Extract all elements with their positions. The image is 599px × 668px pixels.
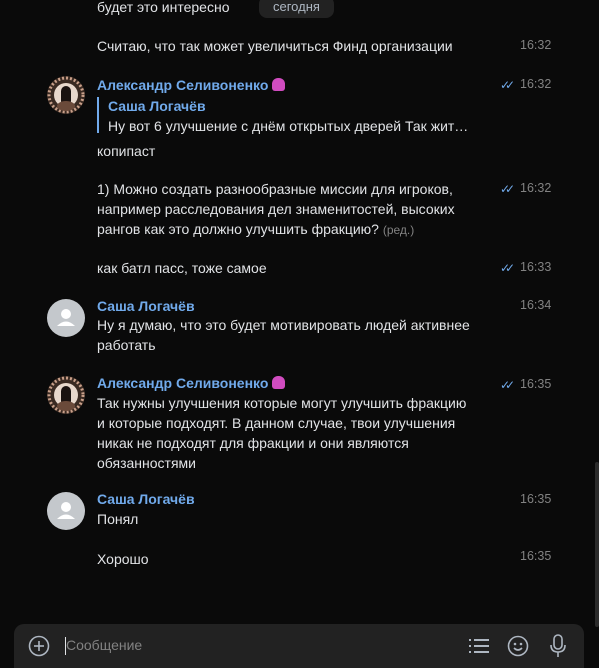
plus-circle-icon[interactable] bbox=[28, 635, 50, 660]
message-time: 16:32 bbox=[520, 77, 552, 91]
microphone-icon[interactable] bbox=[548, 634, 568, 661]
message-body: Так нужны улучшения которые могут улучши… bbox=[97, 393, 466, 473]
message-line: 1) Можно создать разнообразные миссии дл… bbox=[97, 181, 453, 197]
message-body: Ну я думаю, что это будет мотивировать л… bbox=[97, 315, 470, 355]
avatar[interactable] bbox=[47, 376, 85, 414]
message-author[interactable]: Саша Логачёв bbox=[97, 296, 195, 316]
message-line: Так нужны улучшения которые могут улучши… bbox=[97, 395, 467, 411]
message-author[interactable]: Александр Селивоненко bbox=[97, 373, 286, 393]
message-text: Хорошо bbox=[97, 551, 149, 567]
message-input[interactable]: Сообщение bbox=[66, 637, 142, 653]
message-text: как батл пасс, тоже самое bbox=[97, 260, 267, 276]
emoji-icon bbox=[272, 78, 286, 91]
message-line: рангов как это должно улучшить фракцию? … bbox=[97, 221, 415, 237]
read-check-icon: ✓✓ bbox=[500, 182, 515, 196]
message-line: работать bbox=[97, 337, 156, 353]
message-time: 16:35 bbox=[520, 549, 552, 563]
message-time: 16:34 bbox=[520, 298, 552, 312]
message-line: обязанностями bbox=[97, 455, 196, 471]
edited-label: (ред.) bbox=[382, 223, 415, 237]
smile-icon[interactable] bbox=[507, 635, 529, 660]
message-text: Понял bbox=[97, 511, 139, 527]
message-line: и которые подходят. В данном случае, тво… bbox=[97, 415, 456, 431]
message-line: Ну я думаю, что это будет мотивировать л… bbox=[97, 317, 470, 333]
scrollbar[interactable] bbox=[595, 462, 599, 627]
avatar[interactable] bbox=[47, 76, 85, 114]
emoji-icon bbox=[272, 376, 286, 389]
message-text: копипаст bbox=[97, 143, 156, 159]
message-line: никак не подходят для фракции и они явля… bbox=[97, 435, 409, 451]
read-check-icon: ✓✓ bbox=[500, 261, 515, 275]
read-check-icon: ✓✓ bbox=[500, 78, 515, 92]
message-time: 16:32 bbox=[520, 181, 552, 195]
avatar[interactable] bbox=[47, 299, 85, 337]
reply-bar bbox=[97, 97, 99, 133]
message-line: например расследования дел знаменитостей… bbox=[97, 201, 455, 217]
message-time: 16:33 bbox=[520, 260, 552, 274]
message-author[interactable]: Александр Селивоненко bbox=[97, 75, 286, 95]
list-icon[interactable] bbox=[468, 636, 490, 659]
avatar[interactable] bbox=[47, 492, 85, 530]
message-text: будет это интересно bbox=[97, 0, 230, 15]
read-check-icon: ✓✓ bbox=[500, 378, 515, 392]
message-time: 16:32 bbox=[520, 38, 552, 52]
reply-author[interactable]: Саша Логачёв bbox=[108, 96, 206, 116]
date-pill: сегодня bbox=[259, 0, 334, 18]
message-time: 16:35 bbox=[520, 492, 552, 506]
message-text: Считаю, что так может увеличиться Финд о… bbox=[97, 38, 453, 54]
message-author[interactable]: Саша Логачёв bbox=[97, 489, 195, 509]
message-time: 16:35 bbox=[520, 377, 552, 391]
message-body: 1) Можно создать разнообразные миссии дл… bbox=[97, 179, 455, 240]
message-composer: Сообщение bbox=[14, 624, 584, 668]
reply-text[interactable]: Ну вот 6 улучшение с днём открытых двере… bbox=[108, 116, 468, 136]
